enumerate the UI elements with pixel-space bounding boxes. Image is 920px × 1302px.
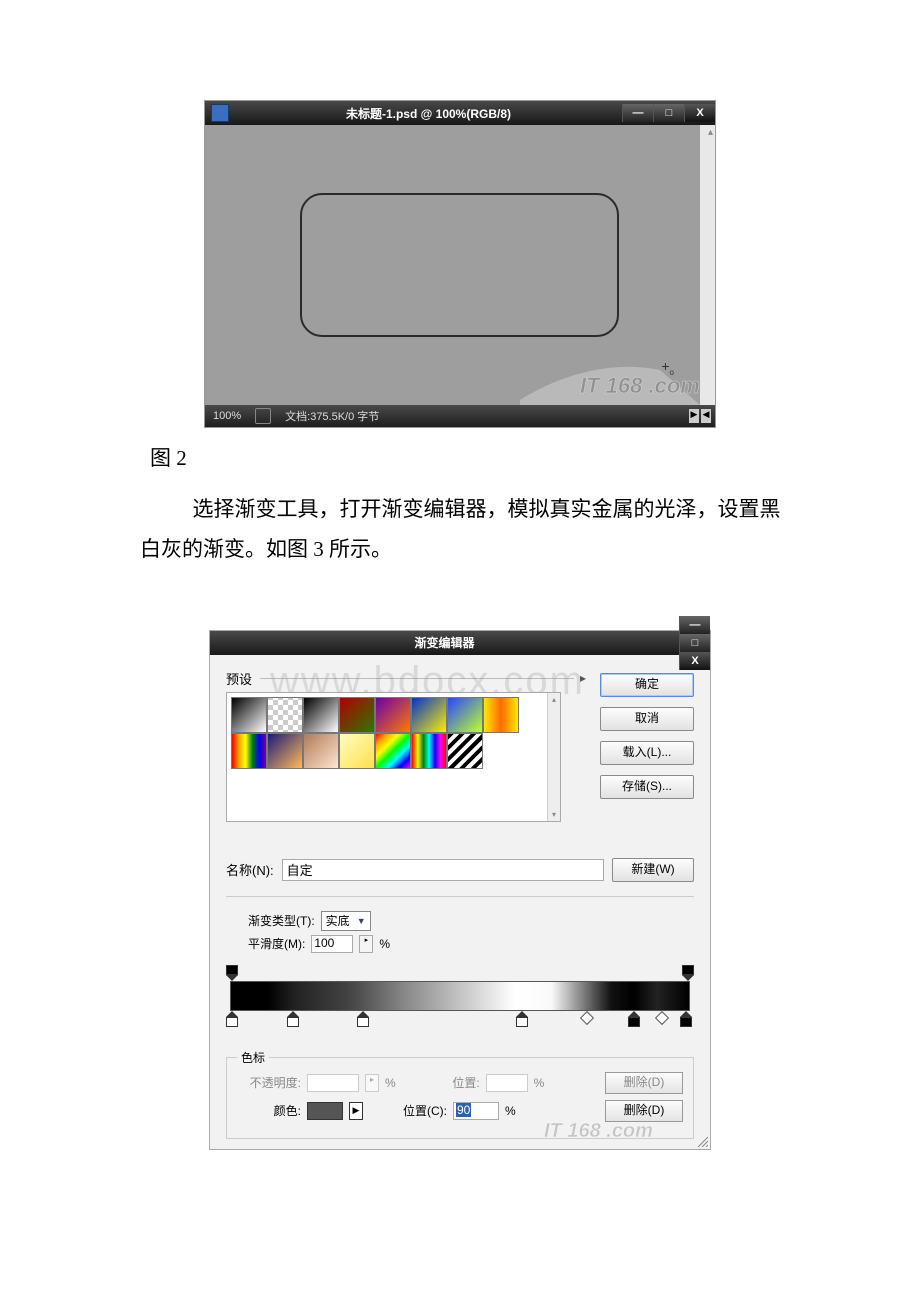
presets-scrollbar[interactable]: ▴ ▾ — [547, 693, 560, 821]
status-bar: 100% 文档:375.5K/0 字节 ▶ ◀ — [205, 405, 715, 427]
zoom-level[interactable]: 100% — [209, 410, 245, 422]
opacity-input — [307, 1074, 359, 1092]
maximize-button[interactable]: □ — [679, 634, 710, 652]
resize-grip-icon[interactable] — [696, 1135, 708, 1147]
close-button[interactable]: X — [684, 104, 715, 122]
doc-icon — [211, 104, 229, 122]
preset-swatch[interactable] — [339, 697, 375, 733]
preset-swatch[interactable] — [411, 697, 447, 733]
doc-info: 文档:375.5K/0 字节 — [281, 408, 383, 424]
svg-text:IT 168 .com: IT 168 .com — [580, 373, 700, 398]
midpoint-diamond[interactable] — [654, 1011, 668, 1025]
percent-label: % — [379, 937, 390, 951]
color-stop[interactable] — [226, 1011, 238, 1027]
dialog-title: 渐变编辑器 — [210, 634, 679, 651]
color-well[interactable] — [307, 1102, 343, 1120]
delete-opacity-stop-button: 删除(D) — [605, 1072, 683, 1094]
position-label: 位置: — [420, 1074, 480, 1091]
position-input — [486, 1074, 528, 1092]
color-flyout-icon[interactable]: ▶ — [349, 1102, 363, 1120]
preset-swatch[interactable] — [231, 733, 267, 769]
preset-swatch[interactable] — [411, 733, 447, 769]
smoothness-stepper[interactable]: ▸ — [359, 935, 373, 953]
dialog-titlebar[interactable]: 渐变编辑器 — □ X — [210, 631, 710, 655]
figure-caption: 图 2 — [150, 442, 860, 472]
gradient-type-value: 实底 — [326, 914, 350, 928]
dropdown-icon: ▼ — [357, 916, 366, 926]
position2-label: 位置(C): — [387, 1102, 447, 1119]
scroll-down-icon[interactable]: ▾ — [552, 810, 556, 819]
minimize-button[interactable]: — — [679, 616, 710, 634]
presets-flyout-icon[interactable]: ▸ — [580, 671, 586, 685]
preset-swatch[interactable] — [447, 733, 483, 769]
ps-document-window: 未标题-1.psd @ 100%(RGB/8) — □ X ▴ +o IT 16… — [204, 100, 716, 428]
scroll-up-icon[interactable]: ▴ — [552, 695, 556, 704]
opacity-stop[interactable] — [226, 965, 238, 981]
minimize-button[interactable]: — — [622, 104, 653, 122]
save-button[interactable]: 存储(S)... — [600, 775, 694, 799]
smoothness-input[interactable]: 100 — [311, 935, 353, 953]
ok-button[interactable]: 确定 — [600, 673, 694, 697]
midpoint-diamond[interactable] — [580, 1011, 594, 1025]
slider-left-icon[interactable]: ◀ — [701, 409, 711, 423]
color-stop[interactable] — [287, 1011, 299, 1027]
preset-swatch[interactable] — [231, 697, 267, 733]
window-title: 未标题-1.psd @ 100%(RGB/8) — [235, 105, 622, 122]
preset-swatch[interactable] — [339, 733, 375, 769]
rounded-rect-shape — [300, 193, 619, 337]
color-stop[interactable] — [680, 1011, 692, 1027]
color-stop[interactable] — [516, 1011, 528, 1027]
stops-legend: 色标 — [237, 1049, 269, 1066]
preset-swatch[interactable] — [267, 697, 303, 733]
status-icon[interactable] — [255, 408, 271, 424]
gradient-preview-bar[interactable] — [230, 981, 690, 1011]
preset-swatch[interactable] — [267, 733, 303, 769]
scroll-up-icon[interactable]: ▴ — [708, 127, 713, 138]
gradient-type-label: 渐变类型(T): — [248, 912, 315, 929]
opacity-stop[interactable] — [682, 965, 694, 981]
opacity-stepper: ▸ — [365, 1074, 379, 1092]
maximize-button[interactable]: □ — [653, 104, 684, 122]
position2-input[interactable]: 90 — [453, 1102, 499, 1120]
presets-label: 预设 — [226, 669, 252, 688]
color-label: 颜色: — [237, 1102, 301, 1119]
svg-text:IT 168 .com: IT 168 .com — [544, 1120, 653, 1142]
color-stop[interactable] — [628, 1011, 640, 1027]
gradient-editor-dialog: 渐变编辑器 — □ X www.bdocx.com 预设 ▸ — [209, 630, 711, 1150]
canvas-area[interactable]: ▴ +o IT 168 .com — [205, 125, 715, 405]
slider-right-icon[interactable]: ▶ — [689, 409, 699, 423]
new-button[interactable]: 新建(W) — [612, 858, 694, 882]
smoothness-label: 平滑度(M): — [248, 935, 305, 952]
percent-label: % — [505, 1104, 516, 1118]
preset-swatch[interactable] — [447, 697, 483, 733]
load-button[interactable]: 载入(L)... — [600, 741, 694, 765]
color-stop[interactable] — [357, 1011, 369, 1027]
percent-label: % — [385, 1076, 396, 1090]
percent-label: % — [534, 1076, 545, 1090]
watermark-it168: IT 168 .com — [520, 355, 700, 405]
name-input[interactable] — [282, 859, 604, 881]
watermark-it168: IT 168 .com — [534, 1117, 704, 1145]
cancel-button[interactable]: 取消 — [600, 707, 694, 731]
preset-swatch[interactable] — [483, 697, 519, 733]
opacity-label: 不透明度: — [237, 1074, 301, 1091]
preset-swatch[interactable] — [375, 697, 411, 733]
window-titlebar[interactable]: 未标题-1.psd @ 100%(RGB/8) — □ X — [205, 101, 715, 125]
preset-swatch[interactable] — [303, 733, 339, 769]
body-paragraph: 选择渐变工具，打开渐变编辑器，模拟真实金属的光泽，设置黑白灰的渐变。如图 3 所… — [140, 490, 800, 570]
name-label: 名称(N): — [226, 860, 274, 879]
status-slider[interactable]: ▶ ◀ — [689, 409, 711, 423]
gradient-type-select[interactable]: 实底 ▼ — [321, 911, 371, 931]
presets-listbox[interactable]: ▴ ▾ — [226, 692, 561, 822]
preset-swatch[interactable] — [303, 697, 339, 733]
gradient-bar-editor[interactable] — [226, 965, 694, 1043]
preset-swatch[interactable] — [375, 733, 411, 769]
